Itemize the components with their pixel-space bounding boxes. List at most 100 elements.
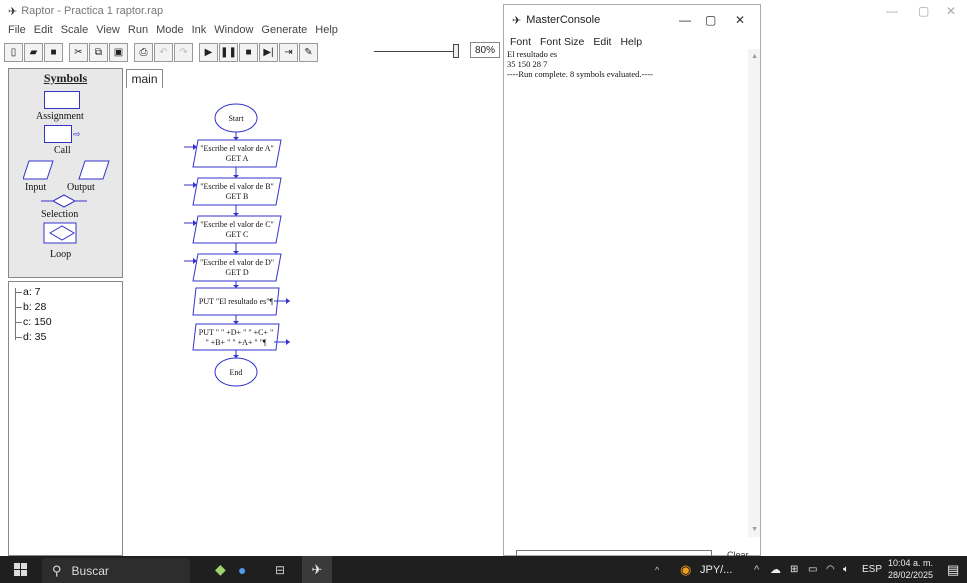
pause-icon[interactable]: ❚❚ (219, 42, 238, 62)
console-minimize-icon[interactable]: — (679, 13, 691, 27)
save-icon[interactable]: ■ (44, 42, 63, 62)
step-icon[interactable]: ▶| (259, 42, 278, 62)
raptor-taskbar-icon[interactable]: ✈ (302, 556, 332, 583)
title-bar: ✈ Raptor - Practica 1 raptor.rap (0, 0, 967, 22)
run-icon[interactable]: ▶ (199, 42, 218, 62)
symbols-heading: Symbols (43, 71, 88, 85)
zoom-slider-thumb[interactable] (453, 44, 459, 58)
console-line: 35 150 28 7 (507, 59, 548, 69)
menu-mode[interactable]: Mode (156, 24, 184, 36)
network-icon[interactable]: ⊞ (790, 556, 798, 583)
input-output-symbols-icon[interactable] (23, 159, 113, 181)
selection-symbol-icon[interactable] (39, 193, 89, 209)
loop-symbol-icon[interactable] (42, 221, 82, 247)
input-c-get: GET C (226, 230, 249, 239)
zoom-level[interactable]: 80% (470, 42, 500, 58)
menu-run[interactable]: Run (128, 24, 148, 36)
window-title: Raptor - Practica 1 raptor.rap (21, 5, 164, 17)
menu-help[interactable]: Help (315, 24, 338, 36)
console-maximize-icon[interactable]: ▢ (705, 13, 716, 27)
output-1-text: PUT "El resultado es"¶ (199, 297, 274, 306)
variables-panel: a: 7 b: 28 c: 150 d: 35 (8, 281, 123, 556)
open-folder-icon[interactable]: ▰ (24, 42, 43, 62)
flowchart-canvas: Start "Escribe el valor de A" GET A "Esc… (126, 88, 504, 556)
pen-icon[interactable]: ✎ (299, 42, 318, 62)
step-into-icon[interactable]: ⇥ (279, 42, 298, 62)
variable-b: b: 28 (15, 301, 47, 313)
menu-ink[interactable]: Ink (192, 24, 207, 36)
cut-icon[interactable]: ✂ (69, 42, 88, 62)
raptor-logo-icon: ✈ (8, 5, 18, 18)
menu-scale[interactable]: Scale (61, 24, 89, 36)
task-view-icon[interactable]: ⊟ (275, 556, 285, 583)
undo-icon[interactable]: ↶ (154, 42, 173, 62)
scroll-down-icon[interactable]: ▼ (751, 526, 758, 533)
console-output[interactable]: El resultado es 35 150 28 7 ----Run comp… (507, 49, 749, 535)
raptor-window: ✈ Raptor - Practica 1 raptor.rap — ▢ ✕ F… (0, 0, 967, 556)
variable-a: a: 7 (16, 286, 41, 298)
stop-icon[interactable]: ■ (239, 42, 258, 62)
console-menu-font-size[interactable]: Font Size (540, 36, 584, 48)
assignment-symbol-icon[interactable] (44, 91, 80, 109)
restore-icon[interactable]: ▢ (918, 4, 929, 18)
windows-start-icon[interactable] (14, 556, 28, 583)
end-label: End (230, 368, 243, 377)
currency-icon: ◉ (680, 561, 692, 577)
volume-icon[interactable]: 🔈︎ (843, 556, 849, 583)
tray-chevron-icon[interactable]: ^ (754, 556, 759, 583)
copy-icon[interactable]: ⧉ (89, 42, 108, 62)
new-file-icon[interactable]: ▯ (4, 42, 23, 62)
master-console-window: ✈ MasterConsole — ▢ ✕ Font Font Size Edi… (503, 4, 761, 560)
browser-icon[interactable]: ● (238, 556, 246, 583)
taskbar: ⚲ Buscar ◆ ● ⊟ ✈ ^ ◉ JPY/... ^ ☁ ⊞ ▭ ◠ 🔈… (0, 556, 967, 583)
console-title: MasterConsole (526, 14, 601, 26)
battery-icon[interactable]: ▭ (808, 556, 817, 583)
menu-view[interactable]: View (96, 24, 120, 36)
minimize-icon[interactable]: — (886, 4, 898, 18)
input-a-get: GET A (226, 154, 249, 163)
console-menu-edit[interactable]: Edit (593, 36, 611, 48)
scroll-up-icon[interactable]: ▲ (751, 53, 758, 60)
symbols-panel: Symbols Assignment ⇨ Call Input Output S… (8, 68, 123, 278)
taskbar-search[interactable]: ⚲ Buscar (42, 558, 190, 583)
input-b-get: GET B (226, 192, 249, 201)
start-label: Start (228, 114, 244, 123)
menu-file[interactable]: File (8, 24, 26, 36)
output-label: Output (67, 182, 95, 193)
console-scrollbar[interactable] (748, 49, 760, 537)
show-hidden-icons-icon[interactable]: ^ (655, 556, 659, 583)
output-2-line2: " +B+ " " +A+ " "¶ (205, 338, 266, 347)
console-title-bar: ✈ MasterConsole (504, 5, 760, 35)
console-menu-help[interactable]: Help (620, 36, 642, 48)
redo-icon[interactable]: ↷ (174, 42, 193, 62)
language-indicator[interactable]: ESP (862, 556, 882, 583)
paste-icon[interactable]: ▣ (109, 42, 128, 62)
call-label: Call (54, 145, 71, 156)
input-d-prompt: "Escribe el valor de D" (200, 258, 274, 267)
console-menu-bar: Font Font Size Edit Help (510, 36, 642, 48)
toolbar: ▯ ▰ ■ ✂ ⧉ ▣ ⎙ ↶ ↷ ▶ ❚❚ ■ ▶| ⇥ ✎ (4, 40, 318, 64)
cloud-icon[interactable]: ☁ (770, 556, 781, 583)
input-c-prompt: "Escribe el valor de C" (200, 220, 274, 229)
close-icon[interactable]: ✕ (946, 4, 956, 18)
tab-main[interactable]: main (126, 69, 163, 88)
output-2-line1: PUT " " +D+ " " +C+ " (199, 328, 273, 337)
menu-edit[interactable]: Edit (34, 24, 53, 36)
clock[interactable]: 10:04 a. m. 28/02/2025 (888, 557, 933, 581)
input-a-prompt: "Escribe el valor de A" (200, 144, 274, 153)
notifications-icon[interactable]: ▤ (947, 556, 959, 583)
menu-generate[interactable]: Generate (261, 24, 307, 36)
selection-label: Selection (41, 209, 79, 220)
zoom-slider[interactable] (370, 44, 462, 58)
search-placeholder: Buscar (71, 563, 109, 578)
call-symbol-icon[interactable] (44, 125, 72, 143)
print-icon[interactable]: ⎙ (134, 42, 153, 62)
menu-window[interactable]: Window (214, 24, 253, 36)
wifi-icon[interactable]: ◠ (826, 556, 835, 583)
clock-time: 10:04 a. m. (888, 558, 934, 568)
console-menu-font[interactable]: Font (510, 36, 531, 48)
variable-d: d: 35 (15, 331, 47, 343)
console-close-icon[interactable]: ✕ (735, 13, 745, 27)
currency-widget[interactable]: JPY/... (700, 556, 732, 583)
widgets-icon[interactable]: ◆ (215, 556, 226, 583)
